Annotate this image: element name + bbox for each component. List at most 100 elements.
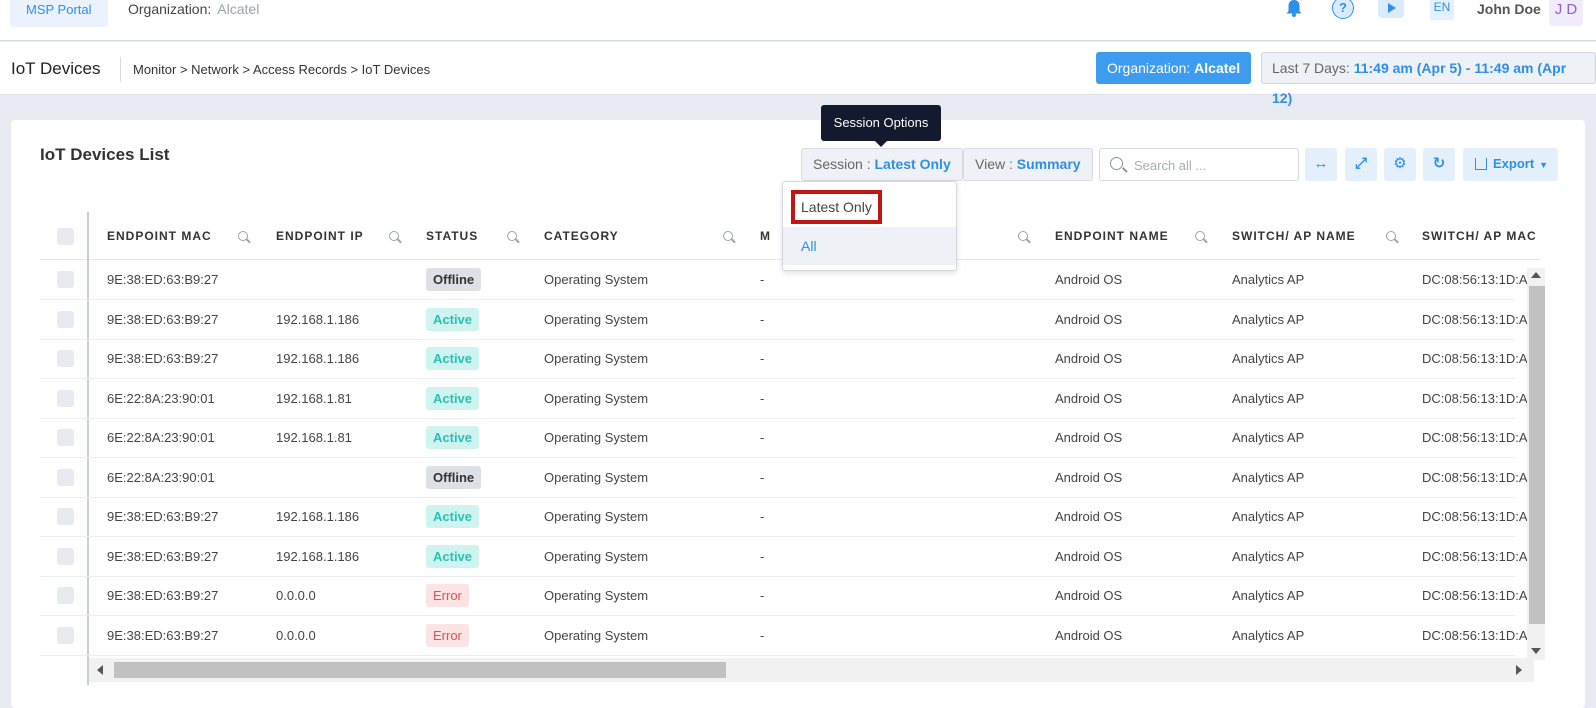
table-row[interactable]: 9E:38:ED:63:B9:27 192.168.1.186 Active Oper… — [40, 537, 1528, 577]
table-cell: - — [760, 469, 765, 485]
horizontal-scrollbar[interactable] — [89, 658, 1534, 682]
scroll-thumb[interactable] — [1529, 286, 1545, 624]
column-search-icon[interactable] — [1195, 231, 1205, 241]
user-name[interactable]: John Doe — [1477, 0, 1541, 18]
column-search-icon[interactable] — [723, 231, 733, 241]
avatar[interactable]: J D — [1549, 0, 1583, 26]
table-cell: 0.0.0.0 — [276, 588, 316, 603]
row-checkbox[interactable] — [57, 547, 74, 565]
table-cell: 6E:22:8A:23:90:01 — [107, 469, 215, 485]
table-row[interactable]: 9E:38:ED:63:B9:27 192.168.1.186 Active Oper… — [40, 497, 1528, 537]
table-row[interactable]: 6E:22:8A:23:90:01 192.168.1.81 Active Opera… — [40, 418, 1528, 458]
table-cell: 0.0.0.0 — [276, 627, 316, 643]
column-header[interactable]: ENDPOINT MAC — [107, 229, 212, 243]
msp-portal-button[interactable]: MSP Portal — [10, 0, 108, 27]
export-label: Export — [1493, 156, 1535, 171]
table-row[interactable]: 6E:22:8A:23:90:01 Offline Operating System… — [40, 458, 1528, 498]
scroll-up-icon[interactable] — [1531, 272, 1541, 278]
row-checkbox[interactable] — [57, 271, 74, 288]
table-cell: Operating System — [544, 588, 649, 603]
org-value: Alcatel — [217, 1, 260, 17]
column-search-icon[interactable] — [1018, 231, 1028, 241]
column-search-icon[interactable] — [238, 231, 248, 241]
table-row[interactable]: 9E:38:ED:63:B9:27 0.0.0.0 Error Operating S… — [40, 616, 1528, 656]
organization-chip[interactable]: Organization: Alcatel — [1096, 52, 1252, 84]
page-title: IoT Devices — [11, 59, 101, 78]
scroll-right-icon[interactable] — [1516, 665, 1522, 675]
column-header[interactable]: M — [760, 229, 771, 243]
row-checkbox[interactable] — [57, 508, 74, 525]
card-title: IoT Devices List — [40, 145, 170, 164]
date-range-label: Last 7 Days: — [1272, 60, 1350, 76]
table-cell: 9E:38:ED:63:B9:27 — [107, 351, 219, 366]
row-checkbox[interactable] — [57, 310, 74, 328]
table-cell: DC:08:56:13:1D:A — [1422, 351, 1528, 366]
org-chip-label: Organization: — [1107, 60, 1191, 76]
column-header[interactable]: CATEGORY — [544, 229, 619, 243]
row-checkbox[interactable] — [57, 587, 74, 604]
org-selector[interactable]: Organization: Alcatel — [128, 0, 259, 18]
row-checkbox[interactable] — [57, 389, 74, 407]
search-input[interactable] — [1134, 155, 1289, 175]
column-header[interactable]: SWITCH/ AP NAME — [1232, 229, 1356, 243]
export-button[interactable]: Export ▼ — [1463, 148, 1558, 181]
table-cell: 9E:38:ED:63:B9:27 — [107, 509, 219, 524]
select-all-checkbox[interactable] — [57, 228, 74, 245]
table-row[interactable]: 9E:38:ED:63:B9:27 Offline Operating System… — [40, 260, 1528, 300]
view-button[interactable]: View : Summary — [963, 148, 1093, 181]
table-cell: - — [760, 588, 765, 603]
table-cell: Operating System — [544, 272, 649, 287]
table-cell: 9E:38:ED:63:B9:27 — [107, 272, 219, 287]
expand-columns-icon[interactable]: ↔ — [1305, 148, 1337, 181]
play-icon[interactable] — [1378, 0, 1404, 18]
vertical-scrollbar[interactable] — [1527, 268, 1545, 660]
table-row[interactable]: 9E:38:ED:63:B9:27 192.168.1.186 Active Oper… — [40, 339, 1528, 379]
row-checkbox[interactable] — [57, 350, 74, 367]
table-cell: DC:08:56:13:1D:A — [1422, 311, 1528, 327]
session-button[interactable]: Session : Latest Only — [801, 148, 963, 181]
language-selector[interactable]: EN — [1430, 0, 1454, 20]
bell-icon[interactable] — [1285, 0, 1303, 17]
table-cell: 9E:38:ED:63:B9:27 — [107, 627, 219, 643]
table-row[interactable]: 9E:38:ED:63:B9:27 192.168.1.186 Active Oper… — [40, 300, 1528, 340]
column-search-icon[interactable] — [507, 231, 517, 241]
column-header[interactable]: ENDPOINT NAME — [1055, 229, 1169, 243]
date-range-chip[interactable]: Last 7 Days: 11:49 am (Apr 5) - 11:49 am… — [1261, 52, 1596, 106]
column-header[interactable]: SWITCH/ AP MAC — [1422, 229, 1537, 243]
scroll-thumb[interactable] — [114, 662, 726, 678]
column-header[interactable]: STATUS — [426, 229, 478, 243]
dropdown-item-latest-only[interactable]: Latest Only — [783, 188, 956, 226]
table-cell: DC:08:56:13:1D:A — [1422, 430, 1528, 445]
table-cell: Operating System — [544, 430, 649, 445]
column-header[interactable]: ENDPOINT IP — [276, 229, 364, 243]
table-row[interactable]: 9E:38:ED:63:B9:27 0.0.0.0 Error Operating S… — [40, 576, 1528, 616]
status-badge: Active — [426, 307, 480, 331]
status-badge: Error — [426, 584, 469, 607]
chevron-down-icon: ▼ — [1539, 160, 1549, 170]
scroll-down-icon[interactable] — [1531, 648, 1541, 654]
iot-devices-card: IoT Devices List Session Options Session… — [11, 105, 1585, 708]
gear-icon[interactable]: ⚙ — [1384, 148, 1416, 181]
session-dropdown: Latest Only All — [782, 181, 957, 271]
row-checkbox[interactable] — [57, 429, 74, 446]
refresh-icon[interactable]: ↻ — [1423, 148, 1455, 181]
table-row[interactable]: 6E:22:8A:23:90:01 192.168.1.81 Active Opera… — [40, 379, 1528, 419]
row-checkbox[interactable] — [57, 626, 74, 644]
status-badge: Active — [426, 386, 480, 410]
column-search-icon[interactable] — [389, 231, 399, 241]
table-cell: - — [760, 548, 765, 564]
view-value: Summary — [1016, 156, 1081, 172]
column-search-icon[interactable] — [1386, 231, 1396, 241]
help-icon[interactable]: ? — [1332, 0, 1354, 19]
table-cell: Android OS — [1055, 627, 1123, 643]
fullscreen-icon[interactable]: ⤢ — [1345, 148, 1377, 181]
table-cell: Operating System — [544, 469, 649, 485]
scroll-left-icon[interactable] — [97, 665, 103, 675]
table-cell: Operating System — [544, 390, 649, 406]
table-cell: Android OS — [1055, 548, 1123, 564]
breadcrumb[interactable]: Monitor > Network > Access Records > IoT… — [133, 62, 430, 77]
table-cell: 6E:22:8A:23:90:01 — [107, 430, 215, 445]
row-checkbox[interactable] — [57, 468, 74, 486]
dropdown-item-all[interactable]: All — [783, 227, 956, 265]
search-box[interactable] — [1099, 148, 1299, 181]
